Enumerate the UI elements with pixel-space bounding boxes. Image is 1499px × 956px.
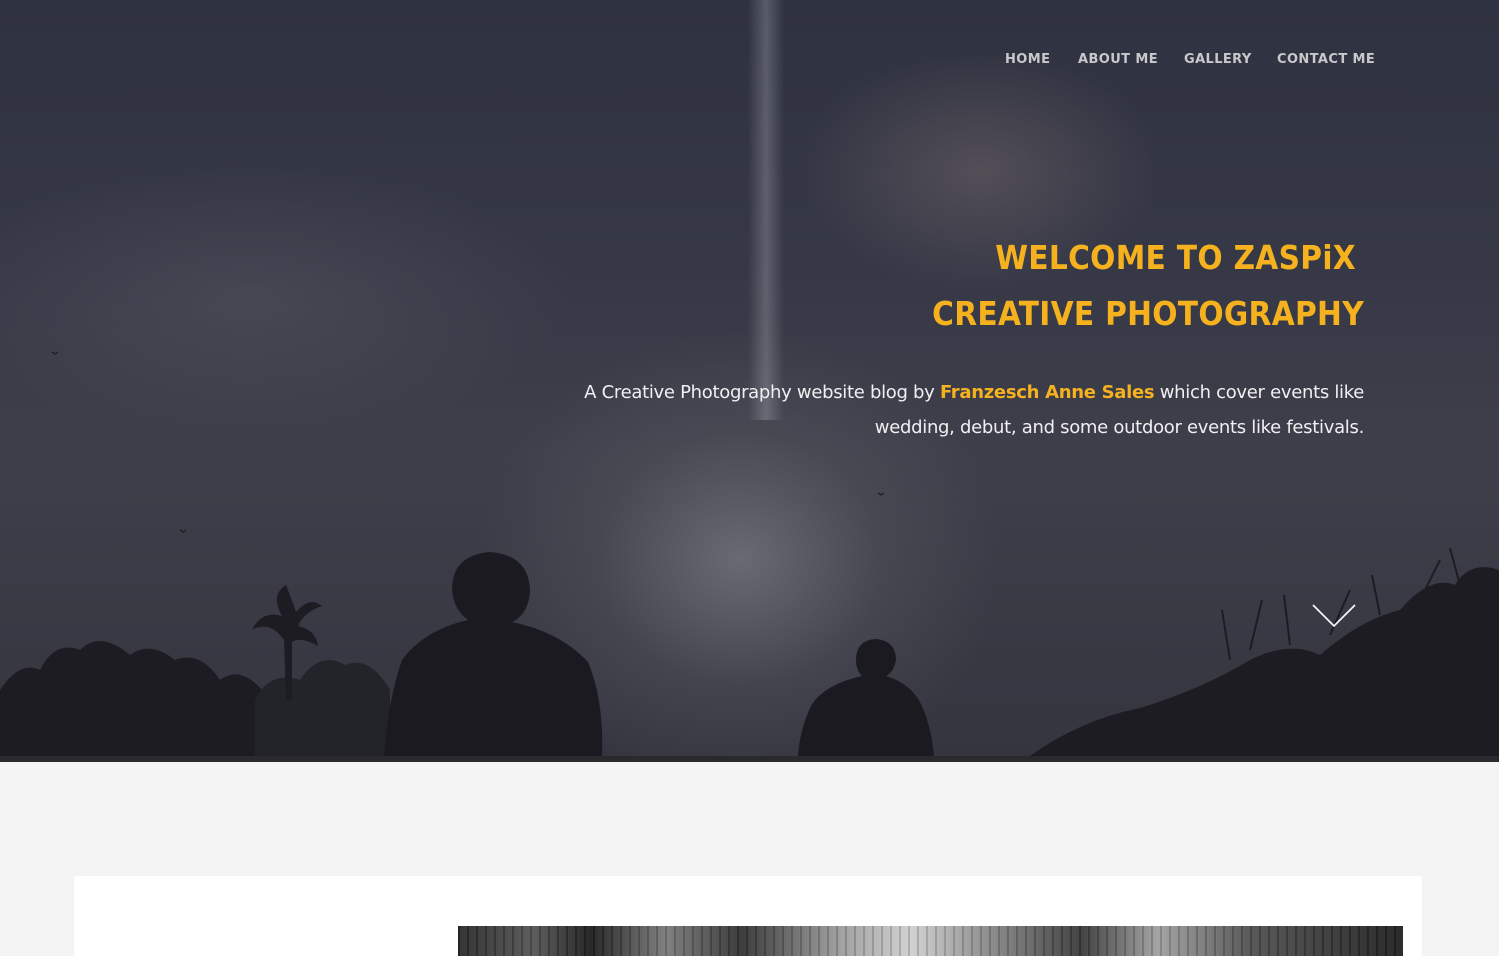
nav-contact-me[interactable]: CONTACT ME bbox=[1277, 52, 1375, 67]
left-treeline bbox=[0, 641, 262, 756]
content-card bbox=[74, 876, 1422, 956]
chevron-down-icon bbox=[1312, 604, 1356, 628]
nav-gallery[interactable]: GALLERY bbox=[1184, 52, 1252, 67]
left-treeline-2 bbox=[255, 660, 390, 756]
right-vegetation bbox=[1030, 567, 1499, 756]
nav-about-me[interactable]: ABOUT ME bbox=[1078, 52, 1158, 67]
person-large bbox=[384, 552, 603, 756]
hero-bottom-divider bbox=[0, 756, 1499, 762]
hero-description-intro: A Creative Photography website blog by bbox=[584, 382, 940, 403]
nav-home[interactable]: HOME bbox=[1005, 52, 1050, 67]
featured-photo bbox=[458, 926, 1403, 956]
main-navigation: HOME ABOUT ME GALLERY CONTACT ME bbox=[0, 52, 1499, 72]
hero-section: HOME ABOUT ME GALLERY CONTACT ME WELCOME… bbox=[0, 0, 1499, 756]
author-name: Franzesch Anne Sales bbox=[939, 382, 1155, 403]
hero-title-line-2: CREATIVE PHOTOGRAPHY bbox=[932, 294, 1364, 333]
scroll-down-button[interactable] bbox=[1312, 604, 1356, 628]
hero-title-line-1: WELCOME TO ZASPiX bbox=[995, 238, 1356, 277]
person-small bbox=[798, 639, 934, 756]
hero-description: A Creative Photography website blog by F… bbox=[524, 375, 1364, 445]
